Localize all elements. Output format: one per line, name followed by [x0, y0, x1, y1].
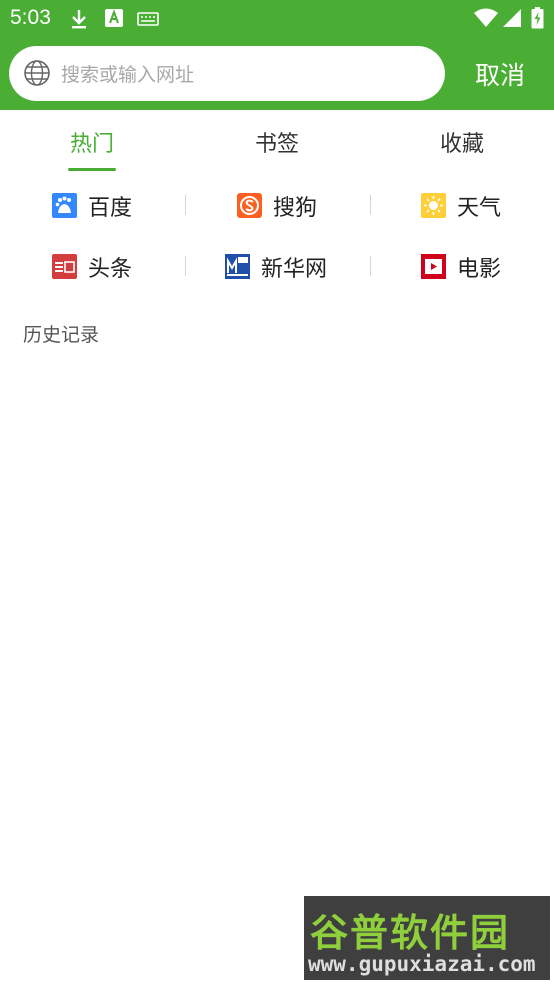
divider: [370, 195, 371, 215]
sogou-icon: [237, 193, 262, 218]
divider: [185, 195, 186, 215]
globe-icon: [24, 60, 50, 86]
status-time: 5:03: [10, 6, 51, 29]
toutiao-news-icon: [52, 254, 77, 279]
a-app-icon: [105, 9, 123, 27]
divider: [185, 256, 186, 276]
search-placeholder: 搜索或输入网址: [61, 64, 195, 86]
keyboard-icon: [137, 12, 159, 26]
weather-sun-icon: [421, 193, 446, 218]
baidu-icon: [52, 193, 77, 218]
quick-link-baidu[interactable]: 百度: [52, 188, 162, 222]
history-title: 历史记录: [23, 324, 100, 346]
wifi-icon: [474, 8, 498, 27]
movie-play-icon: [421, 254, 446, 279]
tab-hot[interactable]: 热门: [32, 126, 152, 172]
signal-icon: [503, 9, 521, 27]
battery-icon: [531, 7, 544, 29]
tab-favorites[interactable]: 收藏: [402, 126, 522, 172]
quick-link-label: 新华网: [261, 257, 328, 282]
cancel-button[interactable]: 取消: [460, 56, 540, 92]
quick-link-weather[interactable]: 天气: [421, 188, 531, 222]
quick-link-sogou[interactable]: 搜狗: [237, 188, 347, 222]
watermark-title: 谷普软件园: [310, 911, 511, 955]
status-bar: 5:03: [0, 0, 554, 38]
quick-link-label: 百度: [88, 196, 133, 221]
quick-link-label: 头条: [88, 257, 133, 282]
tab-bookmarks[interactable]: 书签: [217, 126, 337, 172]
active-tab-indicator: [68, 168, 116, 171]
app-header: 5:03 搜索或输入网址 取消: [0, 0, 554, 110]
quick-link-xinhua[interactable]: 新华网: [225, 249, 345, 283]
site-watermark: 谷普软件园 www.gupuxiazai.com: [304, 896, 550, 980]
quick-link-toutiao[interactable]: 头条: [52, 249, 162, 283]
quick-link-label: 天气: [457, 196, 502, 221]
quick-link-label: 搜狗: [273, 196, 318, 221]
watermark-url: www.gupuxiazai.com: [308, 952, 536, 976]
divider: [370, 256, 371, 276]
quick-link-label: 电影: [457, 257, 502, 282]
xinhua-icon: [225, 254, 250, 279]
quick-link-movie[interactable]: 电影: [421, 249, 531, 283]
search-input[interactable]: 搜索或输入网址: [9, 46, 445, 101]
download-icon: [72, 10, 86, 29]
